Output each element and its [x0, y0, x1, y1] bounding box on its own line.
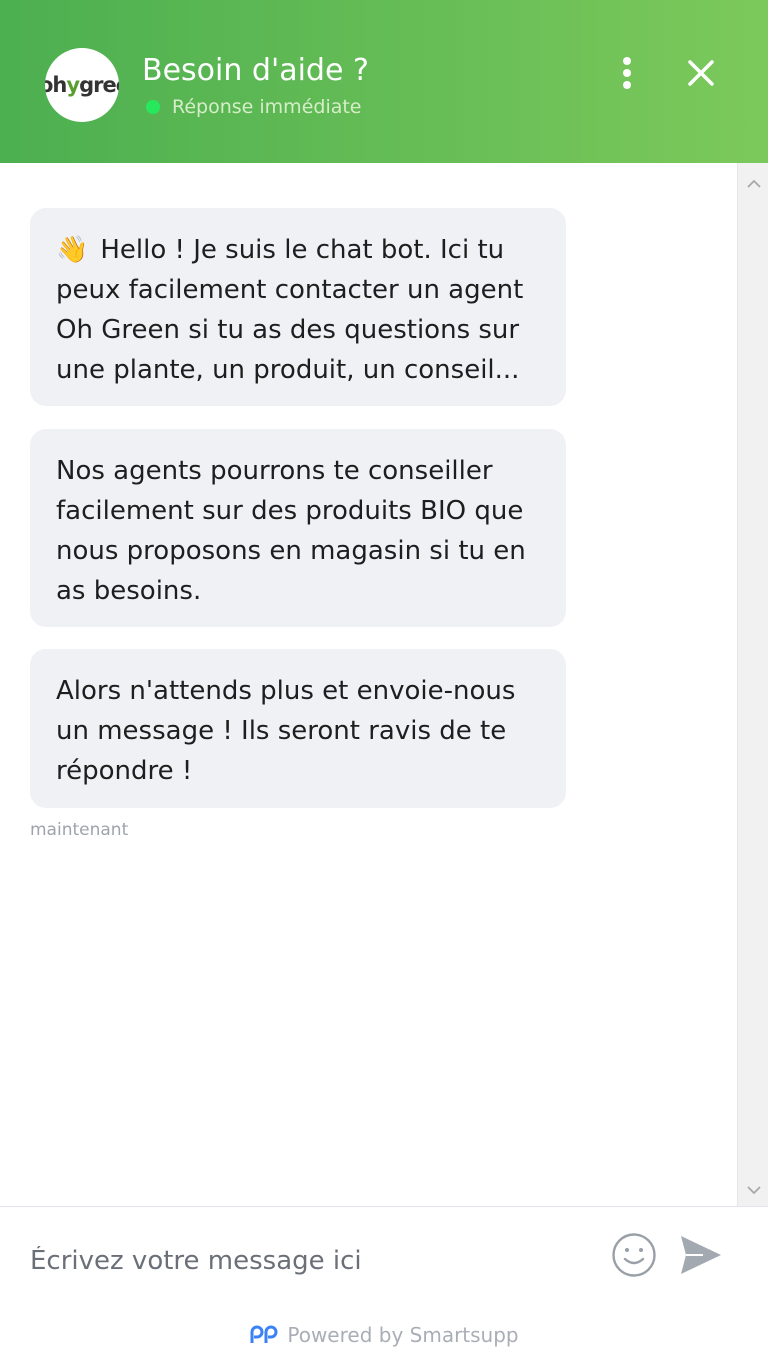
powered-by-text: Powered by Smartsupp	[287, 1323, 519, 1347]
bot-message: Alors n'attends plus et envoie-nous un m…	[30, 649, 566, 808]
close-chat-button[interactable]	[680, 52, 722, 94]
chat-header: ohygree Besoin d'aide ? Réponse immédiat…	[0, 0, 768, 163]
powered-by-link[interactable]: Powered by Smartsupp	[0, 1319, 768, 1351]
scroll-down-button[interactable]	[738, 1178, 768, 1202]
message-input[interactable]	[30, 1237, 590, 1285]
chat-widget: ohygree Besoin d'aide ? Réponse immédiat…	[0, 0, 768, 1365]
smartsupp-logo-icon	[249, 1325, 279, 1345]
waving-hand-icon: 👋	[56, 235, 89, 265]
scrollbar[interactable]	[737, 163, 768, 1206]
status-text: Réponse immédiate	[172, 96, 362, 118]
message-line: une plante, un produit, un conseil...	[56, 355, 520, 385]
message-line: peux facilement contacter un agent	[56, 275, 524, 305]
scroll-up-button[interactable]	[738, 171, 768, 195]
bot-message: Nos agents pourrons te conseiller facile…	[30, 429, 566, 627]
message-line: répondre !	[56, 756, 193, 786]
chevron-down-icon	[746, 1185, 761, 1194]
company-logo: ohygree	[45, 48, 119, 122]
chevron-up-icon	[746, 179, 761, 188]
message-line: Alors n'attends plus et envoie-nous	[56, 676, 516, 706]
message-list: 👋 Hello ! Je suis le chat bot. Ici tu peu…	[0, 163, 737, 1206]
bot-message: 👋 Hello ! Je suis le chat bot. Ici tu peu…	[30, 208, 566, 406]
message-line: Nos agents pourrons te conseiller	[56, 456, 493, 486]
close-icon	[688, 60, 714, 86]
message-line: Oh Green si tu as des questions sur	[56, 315, 520, 345]
message-line: 👋 Hello ! Je suis le chat bot. Ici tu	[56, 235, 505, 265]
online-dot-icon	[146, 100, 160, 114]
message-line: facilement sur des produits BIO que	[56, 496, 524, 526]
status-indicator: Réponse immédiate	[146, 95, 362, 119]
send-icon	[681, 1236, 721, 1274]
logo-wordmark: ohygree	[45, 73, 119, 97]
message-timestamp: maintenant	[30, 820, 129, 840]
smiley-icon	[612, 1233, 656, 1277]
more-options-button[interactable]	[611, 54, 643, 92]
emoji-button[interactable]	[610, 1231, 658, 1279]
composer: Powered by Smartsupp	[0, 1206, 768, 1365]
message-line: un message ! Ils seront ravis de te	[56, 716, 507, 746]
chat-title: Besoin d'aide ?	[142, 53, 369, 88]
send-button[interactable]	[676, 1231, 726, 1279]
message-line: as besoins.	[56, 576, 202, 606]
more-vertical-icon	[623, 57, 631, 89]
message-line: nous proposons en magasin si tu en	[56, 536, 526, 566]
